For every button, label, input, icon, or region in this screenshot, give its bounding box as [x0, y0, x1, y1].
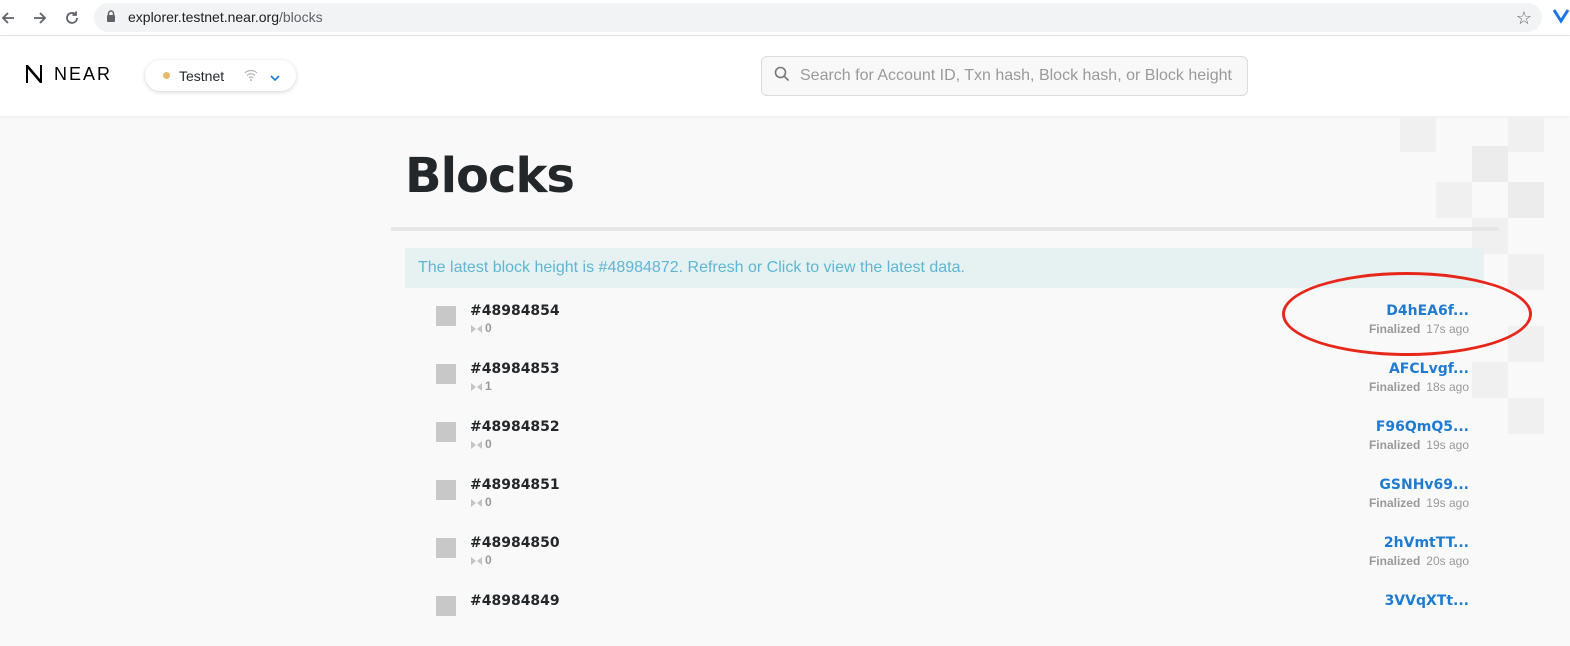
block-height[interactable]: #48984853	[470, 361, 560, 377]
block-status: Finalized 17s ago	[1369, 322, 1469, 336]
transactions-icon	[470, 321, 483, 339]
finality-status: Finalized	[1368, 496, 1421, 510]
near-logo[interactable]: NEAR	[22, 62, 112, 86]
finality-status: Finalized	[1368, 380, 1421, 394]
block-status: Finalized 20s ago	[1369, 554, 1469, 568]
near-logo-icon	[26, 65, 42, 83]
logo-text: NEAR	[54, 63, 113, 84]
block-hash-link[interactable]: D4hEA6f...	[1386, 303, 1469, 319]
block-icon	[436, 364, 456, 384]
block-height[interactable]: #48984849	[470, 593, 560, 609]
title-divider	[391, 227, 1499, 231]
block-height[interactable]: #48984851	[470, 477, 560, 493]
finality-status: Finalized	[1368, 554, 1421, 568]
extension-icon[interactable]	[1552, 8, 1570, 29]
block-hash-link[interactable]: 3VVqXTt...	[1385, 593, 1469, 609]
transaction-count: 0	[485, 553, 492, 567]
url-text: explorer.testnet.near.org/blocks	[128, 9, 323, 25]
block-height[interactable]: #48984852	[470, 419, 560, 435]
block-row[interactable]: #48984854 0 D4hEA6f... Finalized 17s ago	[405, 298, 1484, 356]
latest-block-banner[interactable]: The latest block height is #48984872. Re…	[405, 248, 1484, 288]
block-status: Finalized 19s ago	[1369, 496, 1469, 510]
block-icon	[436, 538, 456, 558]
latest-block-message: The latest block height is #48984872. Re…	[418, 259, 965, 276]
network-status-dot	[163, 72, 170, 79]
block-height[interactable]: #48984854	[470, 303, 560, 319]
bookmark-star-icon[interactable]: ☆	[1516, 8, 1532, 29]
network-selector[interactable]: Testnet	[145, 60, 296, 91]
page-title: Blocks	[405, 148, 575, 204]
block-hash-link[interactable]: F96QmQ5...	[1376, 419, 1469, 435]
forward-icon[interactable]	[28, 6, 52, 30]
finality-status: Finalized	[1368, 438, 1421, 452]
transaction-count: 0	[485, 495, 492, 509]
search-icon	[774, 66, 790, 87]
address-bar[interactable]: explorer.testnet.near.org/blocks ☆	[94, 3, 1542, 32]
block-icon	[436, 306, 456, 326]
chevron-down-icon	[269, 70, 281, 88]
search-input[interactable]	[800, 67, 1240, 85]
block-age: 18s ago	[1426, 380, 1469, 394]
search-box[interactable]	[761, 56, 1248, 96]
transactions-icon	[470, 495, 483, 513]
transaction-count: 1	[485, 379, 492, 393]
lock-icon	[106, 10, 116, 28]
reload-icon[interactable]	[60, 6, 84, 30]
block-icon	[436, 480, 456, 500]
site-header: NEAR Testnet	[0, 36, 1570, 116]
block-age: 20s ago	[1426, 554, 1469, 568]
block-height[interactable]: #48984850	[470, 535, 560, 551]
browser-toolbar: explorer.testnet.near.org/blocks ☆	[0, 0, 1570, 36]
finality-status: Finalized	[1368, 322, 1421, 336]
block-hash-link[interactable]: GSNHv69...	[1379, 477, 1469, 493]
block-row[interactable]: #48984853 1 AFCLvgf... Finalized 18s ago	[405, 356, 1484, 414]
block-age: 19s ago	[1426, 496, 1469, 510]
block-row[interactable]: #48984849 3VVqXTt...	[405, 588, 1484, 646]
wifi-icon	[244, 68, 258, 87]
block-icon	[436, 596, 456, 616]
block-hash-link[interactable]: 2hVmtTT...	[1384, 535, 1469, 551]
transaction-count: 0	[485, 437, 492, 451]
block-row[interactable]: #48984851 0 GSNHv69... Finalized 19s ago	[405, 472, 1484, 530]
network-label: Testnet	[179, 67, 225, 84]
back-icon[interactable]	[0, 6, 20, 30]
block-icon	[436, 422, 456, 442]
block-row[interactable]: #48984850 0 2hVmtTT... Finalized 20s ago	[405, 530, 1484, 588]
block-age: 19s ago	[1426, 438, 1469, 452]
block-age: 17s ago	[1426, 322, 1469, 336]
transactions-icon	[470, 437, 483, 455]
transactions-icon	[470, 553, 483, 571]
block-status: Finalized 18s ago	[1369, 380, 1469, 394]
block-row[interactable]: #48984852 0 F96QmQ5... Finalized 19s ago	[405, 414, 1484, 472]
transactions-icon	[470, 379, 483, 397]
transaction-count: 0	[485, 321, 492, 335]
block-status: Finalized 19s ago	[1369, 438, 1469, 452]
block-hash-link[interactable]: AFCLvgf...	[1389, 361, 1469, 377]
